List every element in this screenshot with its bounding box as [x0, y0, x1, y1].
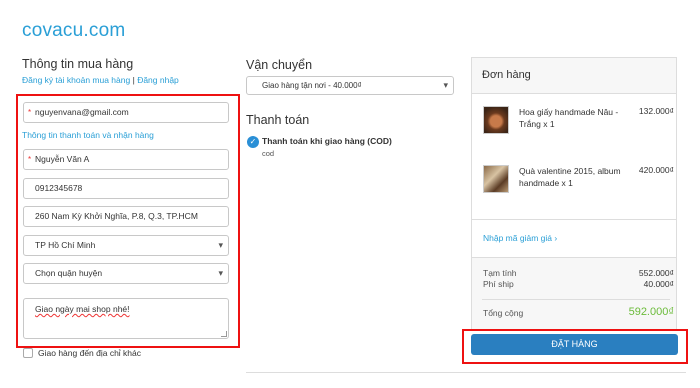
discount-label: Nhập mã giảm giá [483, 233, 552, 243]
account-links: Đăng ký tài khoản mua hàng | Đăng nhập [22, 75, 179, 85]
footer-divider [246, 372, 686, 373]
link-separator: | [132, 75, 135, 85]
resize-handle-icon[interactable] [221, 331, 227, 337]
place-order-button[interactable]: ĐẶT HÀNG [471, 334, 678, 355]
address-field[interactable]: 260 Nam Kỳ Khởi Nghĩa, P.8, Q.3, TP.HCM [23, 206, 229, 227]
name-field[interactable]: * Nguyễn Văn A [23, 149, 229, 170]
subtotal-label: Tạm tính [483, 268, 517, 278]
order-items: Hoa giấy handmade Nâu - Trắng x 1 132.00… [472, 94, 676, 220]
district-value: Chọn quận huyện [35, 268, 103, 278]
payment-title: Thanh toán [246, 113, 310, 127]
discount-code-link[interactable]: Nhập mã giảm giá › [472, 220, 676, 258]
shipping-fee-value: 40.000₫ [643, 279, 674, 289]
shipping-fee-row: Phí ship 40.000₫ [483, 279, 674, 289]
shipping-method-select[interactable]: Giao hàng tận nơi - 40.000₫ [246, 76, 454, 95]
customer-info-title: Thông tin mua hàng [22, 57, 134, 71]
total-row: Tổng cộng 592.000₫ [483, 306, 674, 318]
subtotal-value: 552.000₫ [638, 268, 674, 278]
item-name: Hoa giấy handmade Nâu - Trắng x 1 [519, 107, 619, 129]
email-field[interactable]: * nguyenvana@gmail.com [23, 102, 229, 123]
address-value: 260 Nam Kỳ Khởi Nghĩa, P.8, Q.3, TP.HCM [35, 211, 198, 221]
site-logo[interactable]: covacu.com [22, 20, 125, 42]
billing-heading: Thông tin thanh toán và nhận hàng [22, 130, 154, 140]
email-value: nguyenvana@gmail.com [35, 107, 129, 117]
phone-value: 0912345678 [35, 183, 83, 193]
item-price: 132.000₫ [638, 106, 674, 116]
product-thumbnail [483, 106, 509, 134]
ship-other-address-label: Giao hàng đến địa chỉ khác [38, 348, 142, 358]
total-divider [482, 299, 670, 300]
ship-other-address-checkbox[interactable] [23, 348, 33, 358]
subtotal-row: Tạm tính 552.000₫ [483, 268, 674, 278]
shipping-title: Vận chuyển [246, 58, 313, 72]
required-marker: * [28, 108, 32, 117]
city-value: TP Hồ Chí Minh [35, 240, 96, 250]
payment-method-code: cod [262, 149, 275, 158]
note-textarea[interactable]: Giao ngày mai shop nhé! [23, 298, 229, 339]
order-item: Quà valentine 2015, album handmade x 1 4… [483, 165, 674, 197]
total-value: 592.000₫ [628, 306, 674, 318]
check-circle-icon[interactable]: ✓ [247, 136, 259, 148]
payment-method-label[interactable]: Thanh toán khi giao hàng (COD) [262, 136, 392, 146]
phone-field[interactable]: 0912345678 [23, 178, 229, 199]
total-label: Tổng cộng [483, 308, 524, 318]
item-name: Quà valentine 2015, album handmade x 1 [519, 166, 621, 188]
name-value: Nguyễn Văn A [35, 154, 90, 164]
item-price: 420.000₫ [638, 165, 674, 175]
city-select[interactable]: TP Hồ Chí Minh [23, 235, 229, 256]
shipping-method-value: Giao hàng tận nơi - 40.000₫ [262, 81, 362, 90]
register-link[interactable]: Đăng ký tài khoản mua hàng [22, 75, 130, 85]
required-marker: * [28, 155, 32, 164]
chevron-right-icon: › [554, 233, 558, 243]
ship-other-address-row[interactable]: Giao hàng đến địa chỉ khác [23, 348, 141, 358]
login-link[interactable]: Đăng nhập [137, 75, 179, 85]
district-select[interactable]: Chọn quận huyện [23, 263, 229, 284]
shipping-fee-label: Phí ship [483, 279, 514, 289]
product-thumbnail [483, 165, 509, 193]
order-summary: Đơn hàng Hoa giấy handmade Nâu - Trắng x… [471, 57, 677, 331]
note-value: Giao ngày mai shop nhé! [35, 304, 130, 314]
order-item: Hoa giấy handmade Nâu - Trắng x 1 132.00… [483, 106, 674, 138]
order-title: Đơn hàng [472, 58, 676, 94]
